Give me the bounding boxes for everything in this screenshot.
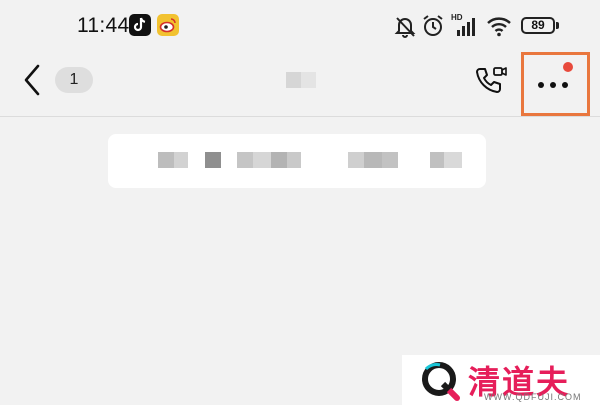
more-options-button[interactable] — [524, 55, 587, 113]
chat-title-redacted — [286, 72, 316, 88]
redacted-block — [348, 152, 364, 168]
tiktok-icon — [129, 14, 151, 36]
redacted-block — [287, 152, 301, 168]
watermark: 清道夫 WWW.QDFUJI.COM — [402, 355, 600, 405]
battery-icon: 89 — [521, 17, 555, 34]
chevron-left-icon — [24, 64, 40, 96]
redacted-block — [382, 152, 398, 168]
hd-signal-icon: HD — [451, 13, 475, 36]
alarm-icon — [423, 15, 443, 36]
svg-text:HD: HD — [451, 13, 463, 22]
status-time: 11:44 — [77, 14, 130, 37]
redacted-block — [430, 152, 444, 168]
notification-red-dot — [563, 62, 573, 72]
redacted-block — [364, 152, 382, 168]
unread-count-badge[interactable]: 1 — [55, 67, 93, 93]
brand-logo-icon — [422, 362, 460, 401]
video-call-icon — [476, 67, 507, 93]
more-dot-middle — [550, 82, 556, 88]
chat-header: 1 — [0, 52, 600, 116]
back-button[interactable] — [18, 62, 48, 98]
chat-screen: 11:44 HD 89 1 清道夫 WWW.QDFUJI.COM — [0, 0, 600, 405]
redacted-block — [237, 152, 253, 168]
redacted-block — [271, 152, 287, 168]
header-divider — [0, 116, 600, 117]
redacted-block — [253, 152, 271, 168]
redacted-block — [174, 152, 188, 168]
status-bar: 11:44 HD 89 — [0, 0, 600, 52]
redacted-block — [205, 152, 221, 168]
mute-bell-icon — [394, 17, 416, 38]
more-dots-icon — [538, 82, 544, 88]
redacted-block — [444, 152, 462, 168]
battery-cap — [556, 22, 559, 29]
more-dot-right — [562, 82, 568, 88]
wifi-icon — [487, 17, 511, 37]
system-notice-redacted — [108, 134, 486, 188]
video-call-button[interactable] — [472, 64, 508, 98]
redacted-block — [158, 152, 174, 168]
weibo-icon — [157, 14, 179, 36]
watermark-url: WWW.QDFUJI.COM — [484, 392, 582, 402]
